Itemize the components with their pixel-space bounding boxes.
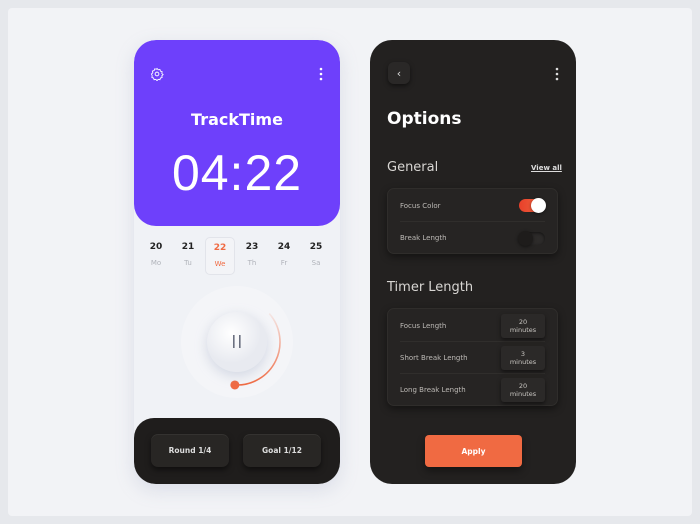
section-general: General: [387, 160, 439, 175]
day-we[interactable]: 22 We: [205, 237, 235, 275]
timer-label: Short Break Length: [400, 353, 468, 362]
break-length-label: Break Length: [400, 234, 447, 242]
section-timer-length: Timer Length: [387, 280, 474, 295]
gear-icon[interactable]: [150, 67, 164, 81]
day-sa[interactable]: 25 Sa: [301, 237, 331, 267]
break-length-row: Break Length: [400, 222, 545, 254]
day-number: 23: [245, 242, 259, 252]
pause-icon-bar: [239, 335, 241, 348]
day-number: 20: [149, 242, 163, 252]
day-number: 22: [213, 243, 227, 253]
day-number: 24: [277, 242, 291, 252]
timer-label: Focus Length: [400, 321, 447, 330]
general-card: Focus Color Break Length: [387, 188, 558, 254]
day-weekday: Th: [247, 259, 257, 267]
goal-button[interactable]: Goal 1/12: [243, 434, 321, 467]
round-button[interactable]: Round 1/4: [151, 434, 229, 467]
view-all-link[interactable]: View all: [531, 164, 562, 172]
more-icon[interactable]: [554, 67, 560, 81]
more-icon[interactable]: [318, 67, 324, 81]
progress-handle[interactable]: [230, 380, 240, 390]
day-number: 25: [309, 242, 323, 252]
focus-color-row: Focus Color: [400, 190, 546, 222]
day-weekday: Sa: [311, 259, 321, 267]
timer-row: Long Break Length 20 minutes: [400, 374, 545, 406]
day-picker: 20 Mo 21 Tu 22 We 23 Th 24 Fr 25 Sa: [141, 237, 333, 277]
focus-color-toggle[interactable]: [519, 198, 546, 213]
day-fr[interactable]: 24 Fr: [269, 237, 299, 267]
day-weekday: Tu: [184, 259, 192, 267]
day-number: 21: [181, 242, 195, 252]
page-title: Options: [387, 109, 462, 129]
timer-value-button[interactable]: 20 minutes: [501, 378, 545, 402]
bottom-bar: Round 1/4 Goal 1/12: [134, 418, 340, 484]
timer-card: Focus Length 20 minutes Short Break Length…: [387, 308, 558, 406]
chevron-left-icon: ‹: [396, 66, 402, 80]
options-screen: ‹ Options General View all Focus Color B…: [370, 40, 576, 484]
day-weekday: Mo: [150, 259, 162, 267]
timer-row: Short Break Length 3 minutes: [400, 342, 545, 374]
timer-display: 04:22: [171, 145, 303, 201]
timer-label: Long Break Length: [400, 386, 466, 394]
pause-button[interactable]: [207, 312, 267, 372]
timer-value-button[interactable]: 20 minutes: [501, 313, 545, 338]
background-frame: [8, 8, 692, 516]
focus-color-label: Focus Color: [400, 201, 441, 210]
day-weekday: Fr: [280, 259, 288, 267]
apply-button[interactable]: Apply: [425, 435, 522, 467]
back-button[interactable]: ‹: [388, 62, 410, 84]
timer-screen: TrackTime 04:22 20 Mo 21 Tu 22 We 23 Th 24 Fr 25 Sa…: [134, 40, 340, 484]
break-length-toggle[interactable]: [518, 230, 545, 246]
timer-row: Focus Length 20 minutes: [400, 310, 545, 342]
pause-icon: [233, 335, 235, 348]
day-mo[interactable]: 20 Mo: [141, 237, 171, 267]
day-weekday: We: [214, 260, 226, 268]
timer-value-button[interactable]: 3 minutes: [501, 345, 545, 370]
timer-dial: [181, 286, 293, 398]
app-title: TrackTime: [191, 110, 283, 129]
header: TrackTime 04:22: [134, 40, 340, 226]
day-tu[interactable]: 21 Tu: [173, 237, 203, 267]
day-th[interactable]: 23 Th: [237, 237, 267, 267]
